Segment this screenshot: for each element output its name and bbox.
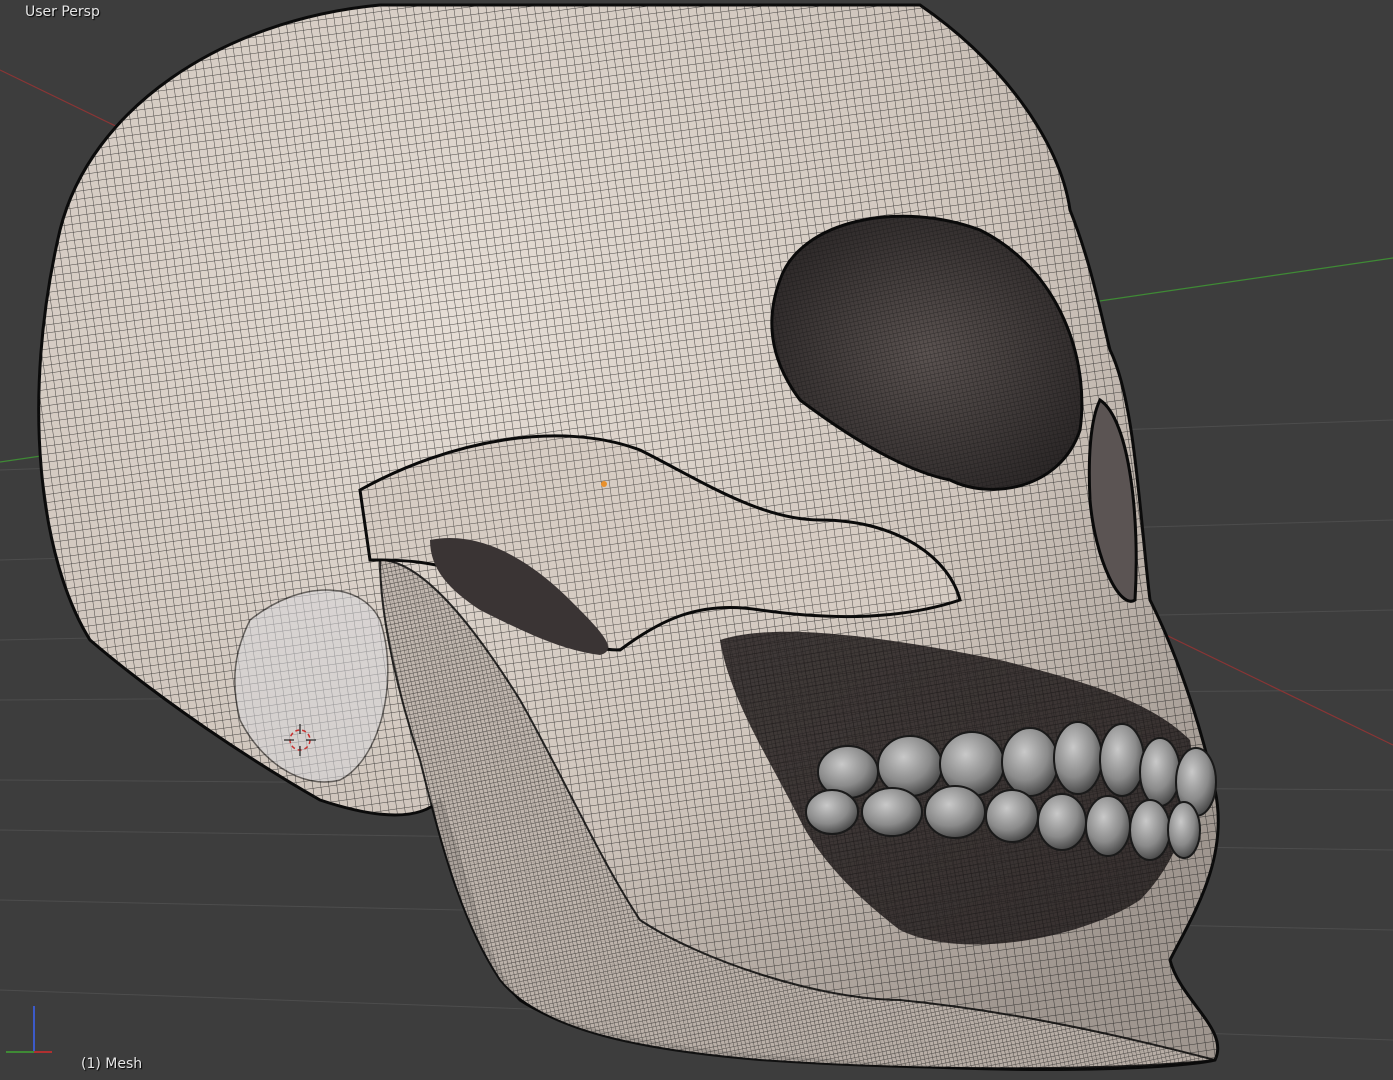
object-origin-dot[interactable]	[601, 481, 607, 487]
skull-mesh[interactable]	[37, 3, 1220, 1071]
object-info-label: (1) Mesh	[81, 1056, 143, 1072]
view-name-label: User Persp	[25, 4, 100, 20]
axis-gizmo	[6, 1006, 52, 1053]
3d-viewport[interactable]: User Persp (1) Mesh	[0, 0, 1393, 1080]
viewport-scene[interactable]	[0, 0, 1393, 1080]
